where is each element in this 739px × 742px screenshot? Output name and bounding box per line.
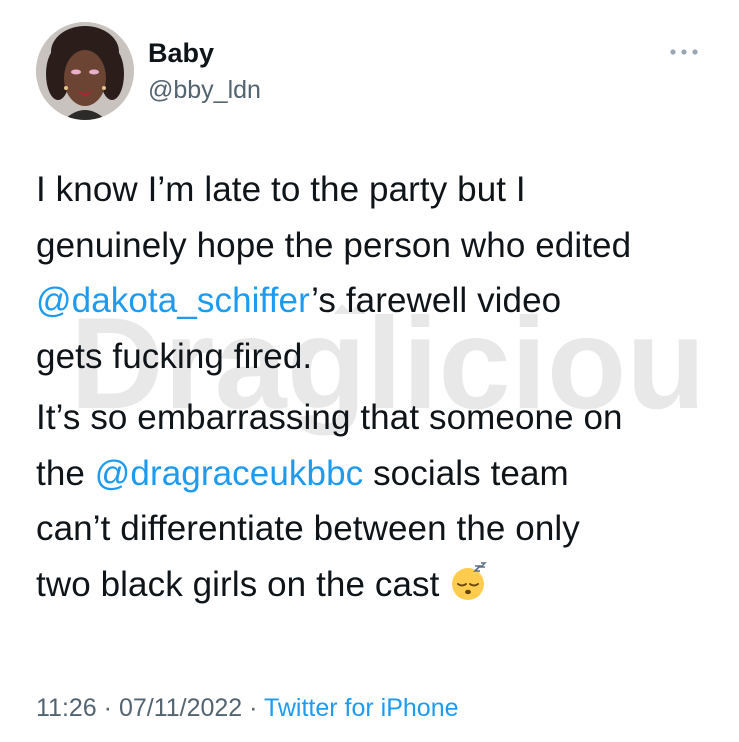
tweet-line: @dakota_schiffer’s farewell video	[36, 273, 716, 329]
meta-separator: ·	[96, 694, 119, 722]
tweet-line-rest: socials team	[363, 453, 569, 493]
mention-link-dragraceukbbc[interactable]: @dragraceukbbc	[95, 454, 363, 493]
tweet-line: I know I’m late to the party but I	[36, 170, 526, 209]
more-horizontal-icon	[670, 49, 698, 55]
meta-separator: ·	[242, 694, 264, 722]
tweet-line: two black girls on the cast	[36, 557, 716, 613]
tweet-line: genuinely hope the person who edited	[36, 225, 632, 265]
sleeping-face-emoji	[452, 561, 487, 600]
tweet-paragraph-2: It’s so embarrassing that someone on the…	[36, 390, 716, 612]
tweet-card: Baby @bby_ldn Draglicious I know I’m lat…	[0, 0, 739, 742]
tweet-line-rest: ’s farewell video	[311, 281, 562, 320]
tweet-line: It’s so embarrassing that someone on	[36, 398, 623, 437]
tweet-line: the @dragraceukbbc socials team	[36, 446, 716, 502]
author-display-name[interactable]: Baby	[148, 38, 214, 69]
tweet-text: I know I’m late to the party but I genui…	[36, 162, 716, 612]
avatar-image	[36, 22, 134, 120]
tweet-metadata: 11:26 · 07/11/2022 · Twitter for iPhone	[36, 694, 459, 723]
author-handle[interactable]: @bby_ldn	[148, 76, 261, 105]
tweet-line: gets fucking fired.	[36, 336, 313, 376]
tweet-date[interactable]: 07/11/2022	[119, 694, 242, 722]
mention-link-dakota[interactable]: @dakota_schiffer	[36, 281, 311, 320]
tweet-time[interactable]: 11:26	[36, 694, 97, 722]
tweet-paragraph-1: I know I’m late to the party but I genui…	[36, 162, 716, 384]
avatar[interactable]	[36, 22, 134, 120]
more-options-button[interactable]	[662, 40, 706, 64]
tweet-source-link[interactable]: Twitter for iPhone	[264, 694, 459, 722]
tweet-line: can’t differentiate between the only	[36, 509, 580, 548]
tweet-line-text: two black girls on the cast	[36, 564, 440, 604]
tweet-line-prefix: the	[36, 453, 95, 493]
